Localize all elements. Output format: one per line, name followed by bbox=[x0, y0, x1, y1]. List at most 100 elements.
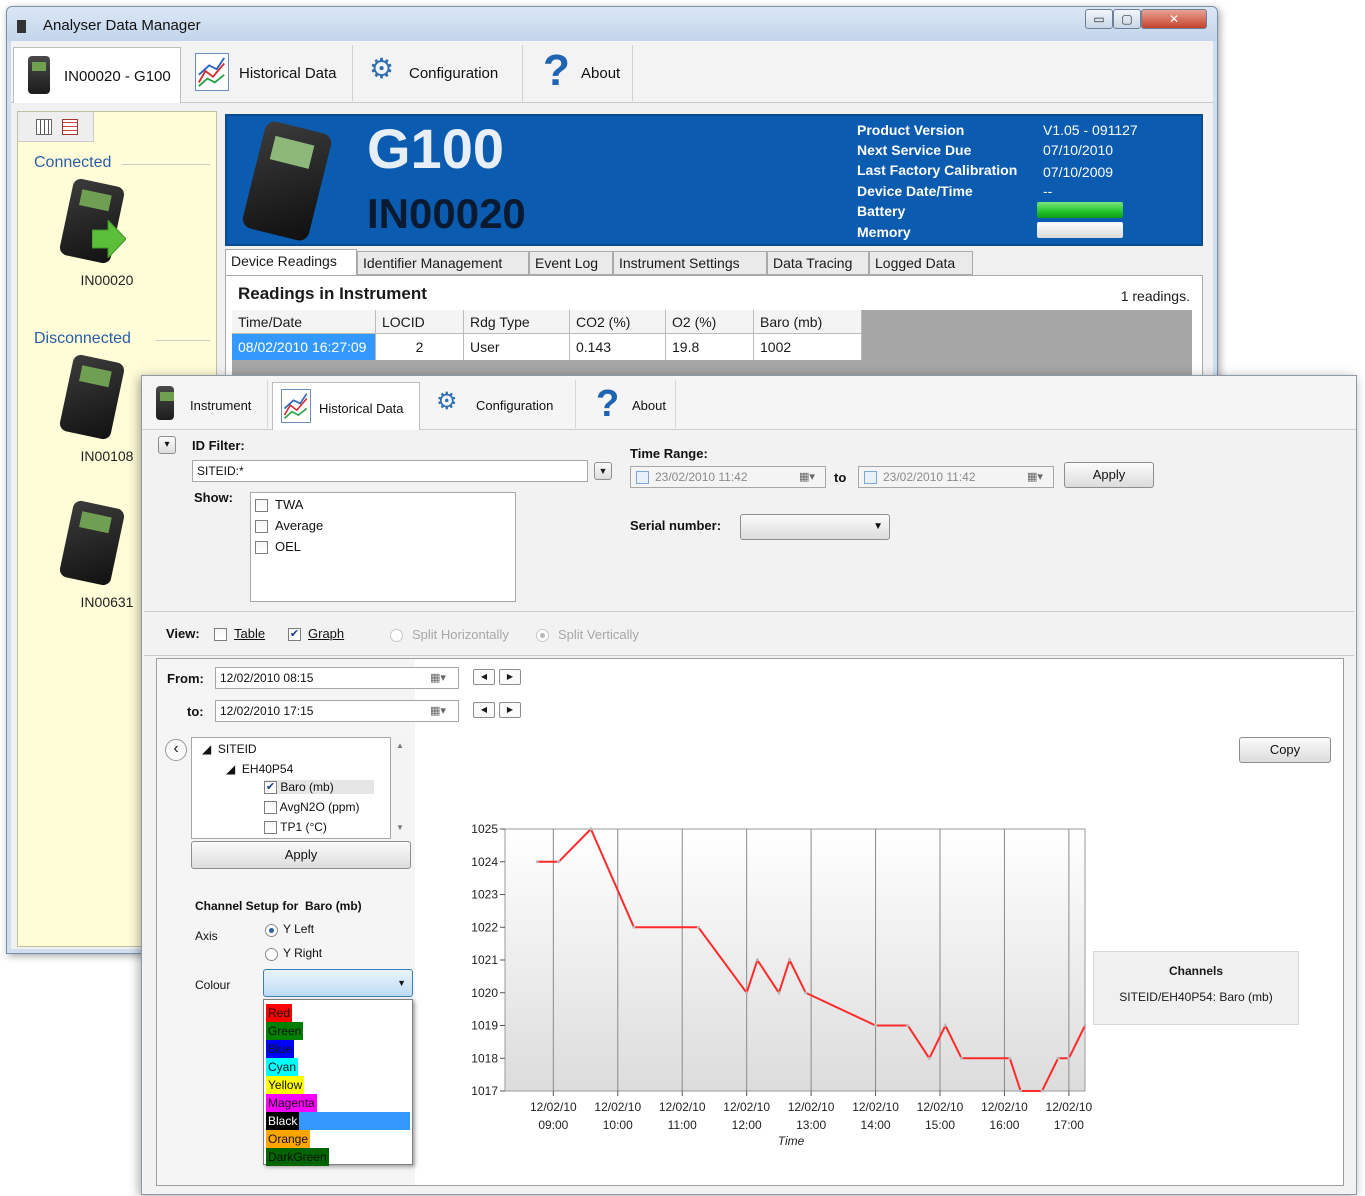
data-point bbox=[1040, 1089, 1044, 1093]
column-header[interactable]: Rdg Type bbox=[464, 310, 570, 334]
option-label: OEL bbox=[275, 539, 302, 554]
copy-button[interactable]: Copy bbox=[1239, 737, 1331, 763]
tab-historical-data[interactable]: Historical Data bbox=[272, 382, 420, 430]
tree-node-tp1[interactable]: TP1 (°C) bbox=[264, 820, 327, 835]
scroll-down-icon[interactable]: ▼ bbox=[396, 823, 404, 832]
device-label[interactable]: IN00108 bbox=[62, 448, 152, 464]
table-cell[interactable]: 1002 bbox=[754, 334, 862, 360]
checkbox-icon[interactable] bbox=[864, 471, 877, 484]
from-prev-button[interactable]: ◀ bbox=[473, 669, 495, 685]
maximize-button[interactable]: ▢ bbox=[1113, 9, 1141, 29]
collapse-button[interactable]: ▾ bbox=[158, 436, 176, 454]
front-window: Instrument Historical Data ⚙ Configurati… bbox=[141, 375, 1357, 1195]
tab-data-tracing[interactable]: Data Tracing bbox=[767, 251, 869, 275]
tab-device-readings[interactable]: Device Readings bbox=[225, 249, 357, 277]
calendar-icon[interactable]: ▦▾ bbox=[430, 669, 456, 687]
device-label[interactable]: IN00020 bbox=[62, 272, 152, 288]
table-cell-selected[interactable]: 08/02/2010 16:27:09 bbox=[232, 334, 376, 360]
tp1-checkbox[interactable] bbox=[264, 821, 277, 835]
apply-time-button[interactable]: Apply bbox=[1064, 462, 1154, 488]
device-thumbnail[interactable] bbox=[52, 499, 126, 587]
colour-option-yellow[interactable]: Yellow bbox=[266, 1076, 410, 1094]
twa-checkbox[interactable] bbox=[255, 499, 268, 512]
table-cell[interactable]: 19.8 bbox=[666, 334, 754, 360]
list-view-icon[interactable] bbox=[36, 119, 52, 135]
split-horizontal-radio[interactable] bbox=[390, 629, 403, 642]
column-header[interactable]: CO2 (%) bbox=[570, 310, 666, 334]
colour-option-green[interactable]: Green bbox=[266, 1022, 410, 1040]
graph-view-label[interactable]: Graph bbox=[308, 626, 344, 641]
split-vertical-radio[interactable] bbox=[536, 629, 549, 642]
column-header[interactable]: LOCID bbox=[376, 310, 464, 334]
colour-option-cyan[interactable]: Cyan bbox=[266, 1058, 410, 1076]
graph-view-checkbox[interactable]: ✔ bbox=[288, 628, 301, 641]
colour-option-blue[interactable]: Blue bbox=[266, 1040, 410, 1058]
tile-view-icon[interactable] bbox=[62, 119, 78, 135]
calendar-icon[interactable]: ▦▾ bbox=[799, 468, 825, 486]
time-to-input[interactable]: 23/02/2010 11:42 ▦▾ bbox=[858, 466, 1054, 488]
calendar-icon[interactable]: ▦▾ bbox=[1027, 468, 1053, 486]
time-from-input[interactable]: 23/02/2010 11:42 ▦▾ bbox=[630, 466, 826, 488]
y-right-radio[interactable] bbox=[265, 948, 278, 961]
tree-node-siteid[interactable]: ◢ SITEID bbox=[202, 742, 257, 756]
split-horizontal-label: Split Horizontally bbox=[412, 627, 509, 642]
x-tick-label-date: 12/02/10 bbox=[917, 1100, 964, 1114]
tab-configuration[interactable]: ⚙ Configuration bbox=[424, 380, 576, 428]
checkbox-icon[interactable] bbox=[636, 471, 649, 484]
tab-instrument[interactable]: Instrument bbox=[144, 380, 268, 428]
average-checkbox[interactable] bbox=[255, 520, 268, 533]
column-header[interactable]: O2 (%) bbox=[666, 310, 754, 334]
baro-checkbox[interactable]: ✔ bbox=[264, 781, 277, 795]
column-header[interactable]: Baro (mb) bbox=[754, 310, 862, 334]
table-cell[interactable]: 0.143 bbox=[570, 334, 666, 360]
colour-option-orange[interactable]: Orange bbox=[266, 1130, 410, 1148]
tab-about[interactable]: ? About bbox=[580, 380, 676, 428]
to-next-button[interactable]: ▶ bbox=[499, 702, 521, 718]
x-tick-label-date: 12/02/10 bbox=[788, 1100, 835, 1114]
colour-option-red[interactable]: Red bbox=[266, 1004, 410, 1022]
colour-option-magenta[interactable]: Magenta bbox=[266, 1094, 410, 1112]
column-header[interactable]: Time/Date bbox=[232, 310, 376, 334]
colour-dropdown[interactable]: ▼ bbox=[263, 969, 413, 997]
tab-configuration[interactable]: ⚙ Configuration bbox=[355, 45, 523, 101]
from-next-button[interactable]: ▶ bbox=[499, 669, 521, 685]
tab-historical-data[interactable]: Historical Data bbox=[183, 45, 353, 101]
collapse-panel-button[interactable]: ‹ bbox=[165, 739, 187, 761]
tab-instrument-settings[interactable]: Instrument Settings bbox=[613, 251, 767, 275]
tab-instrument[interactable]: IN00020 - G100 bbox=[13, 47, 181, 103]
to-prev-button[interactable]: ◀ bbox=[473, 702, 495, 718]
minimize-button[interactable]: ▭ bbox=[1085, 9, 1113, 29]
tab-label: IN00020 - G100 bbox=[64, 68, 171, 85]
tree-scrollbar[interactable]: ▲ ▼ bbox=[391, 737, 409, 839]
calendar-icon[interactable]: ▦▾ bbox=[430, 702, 456, 720]
tree-node-eh40p54[interactable]: ◢ EH40P54 bbox=[226, 762, 293, 776]
tree-apply-button[interactable]: Apply bbox=[191, 841, 411, 869]
tab-about[interactable]: ? About bbox=[525, 45, 633, 101]
y-left-radio[interactable] bbox=[265, 924, 278, 937]
colour-option-black[interactable]: Black bbox=[266, 1112, 410, 1130]
id-filter-input[interactable]: SITEID:* bbox=[192, 460, 588, 482]
close-button[interactable]: ✕ bbox=[1141, 9, 1207, 29]
tab-logged-data[interactable]: Logged Data bbox=[869, 251, 973, 275]
to-datetime-input[interactable]: 12/02/2010 17:15 ▦▾ bbox=[215, 700, 459, 722]
tab-identifier-management[interactable]: Identifier Management bbox=[357, 251, 529, 275]
serial-number-dropdown[interactable]: ▼ bbox=[740, 514, 890, 540]
colour-option-darkgreen[interactable]: DarkGreen bbox=[266, 1148, 410, 1166]
tab-event-log[interactable]: Event Log bbox=[529, 251, 613, 275]
from-datetime-input[interactable]: 12/02/2010 08:15 ▦▾ bbox=[215, 667, 459, 689]
scroll-up-icon[interactable]: ▲ bbox=[396, 741, 404, 750]
tree-node-baro[interactable]: ✔ Baro (mb) bbox=[264, 780, 374, 795]
avgn2o-checkbox[interactable] bbox=[264, 801, 277, 815]
table-view-label[interactable]: Table bbox=[234, 626, 265, 641]
device-label[interactable]: IN00631 bbox=[62, 594, 152, 610]
to-label: to bbox=[834, 470, 847, 485]
oel-checkbox[interactable] bbox=[255, 541, 268, 554]
device-thumbnail[interactable] bbox=[52, 177, 126, 265]
table-cell[interactable]: User bbox=[464, 334, 570, 360]
table-view-checkbox[interactable] bbox=[214, 628, 227, 641]
device-thumbnail[interactable] bbox=[52, 353, 126, 441]
table-cell[interactable]: 2 bbox=[376, 334, 464, 360]
id-filter-dropdown-button[interactable]: ▼ bbox=[594, 462, 612, 480]
tree-node-avgn2o[interactable]: AvgN2O (ppm) bbox=[264, 800, 359, 815]
title-bar[interactable]: Analyser Data Manager ▭ ▢ ✕ bbox=[7, 7, 1217, 41]
